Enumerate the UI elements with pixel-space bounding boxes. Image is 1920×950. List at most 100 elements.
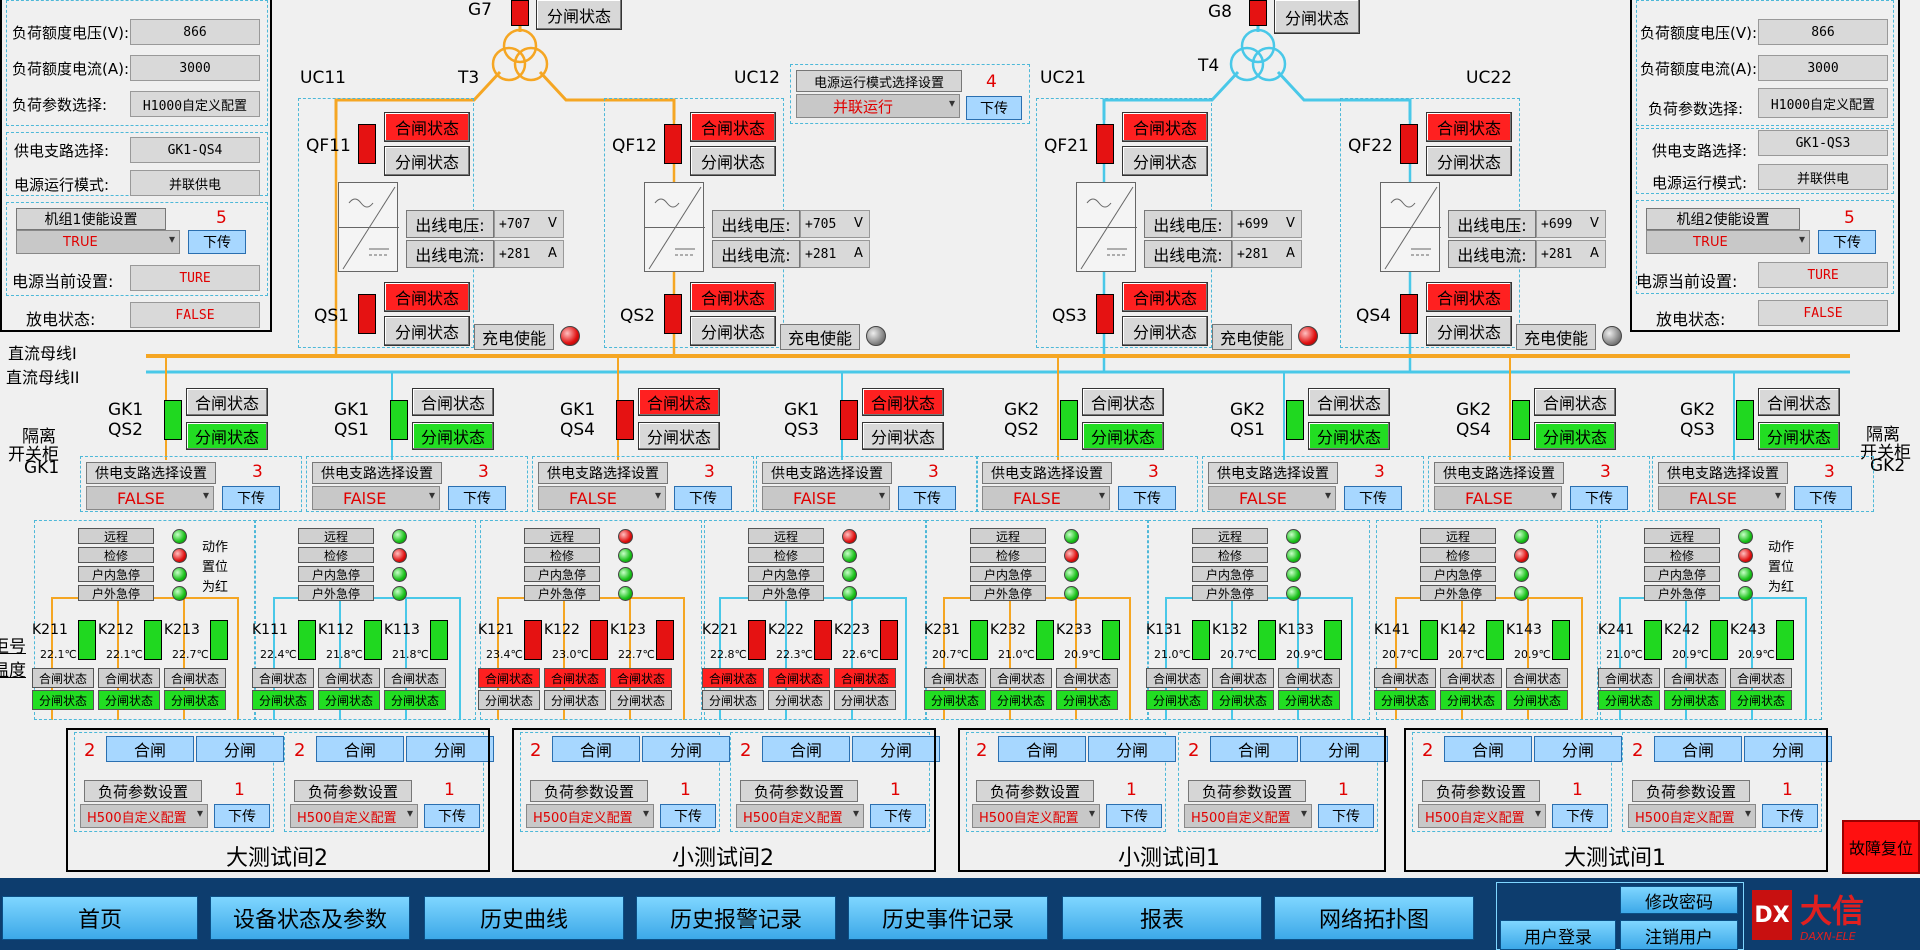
unit-qf-breaker-2[interactable] xyxy=(1096,124,1114,164)
k-switch-K222[interactable] xyxy=(814,620,832,660)
k-switch-K142[interactable] xyxy=(1486,620,1504,660)
k-switch-K123[interactable] xyxy=(656,620,674,660)
branch-select-6[interactable]: FALSE ▾ xyxy=(1434,486,1562,510)
k-switch-K211[interactable] xyxy=(78,620,96,660)
unit-vout-unit-1: V xyxy=(854,216,863,231)
gk-switch-2[interactable] xyxy=(616,400,634,440)
gk-close-2: 合闸状态 xyxy=(638,388,720,416)
chevron-down-icon: ▾ xyxy=(878,488,885,502)
unit-qs-label-0: QS1 xyxy=(314,306,349,326)
unit-qf-breaker-3[interactable] xyxy=(1400,124,1418,164)
k-switch-K221[interactable] xyxy=(748,620,766,660)
branch-download-button-2[interactable]: 下传 xyxy=(674,486,732,510)
unit-qs-breaker-1[interactable] xyxy=(664,294,682,334)
k-switch-K131[interactable] xyxy=(1192,620,1210,660)
nav-topology[interactable]: 网络拓扑图 xyxy=(1274,896,1474,940)
branch-select-0[interactable]: FALSE ▾ xyxy=(86,486,214,510)
unit-qs-close-1: 合闸状态 xyxy=(690,282,776,312)
branch-select-1[interactable]: FAlSE ▾ xyxy=(312,486,440,510)
gk-switch-6[interactable] xyxy=(1512,400,1530,440)
run-mode-download-button[interactable]: 下传 xyxy=(966,96,1022,120)
nav-history-curve[interactable]: 历史曲线 xyxy=(424,896,624,940)
status-led-icon xyxy=(842,586,857,601)
unit-qf-breaker-0[interactable] xyxy=(358,124,376,164)
status-led-icon xyxy=(1514,586,1529,601)
k-switch-K223[interactable] xyxy=(880,620,898,660)
k-close-K111: 合闸状态 xyxy=(252,668,314,688)
unit-qf-breaker-1[interactable] xyxy=(664,124,682,164)
fault-reset-button[interactable]: 故障复位 xyxy=(1842,820,1920,874)
k-open-K143: 分闸状态 xyxy=(1506,690,1568,710)
k-label-K112: K112 xyxy=(318,622,354,638)
k-close-K242: 合闸状态 xyxy=(1664,668,1726,688)
k-switch-K111[interactable] xyxy=(298,620,316,660)
k-switch-K132[interactable] xyxy=(1258,620,1276,660)
branch-select-5[interactable]: FALSE ▾ xyxy=(1208,486,1336,510)
unit-vout-label-3: 出线电压: xyxy=(1448,210,1536,238)
logout-button[interactable]: 注销用户 xyxy=(1620,920,1738,950)
k-switch-K113[interactable] xyxy=(430,620,448,660)
unit-qs-breaker-0[interactable] xyxy=(358,294,376,334)
gk-switch-0[interactable] xyxy=(164,400,182,440)
k-switch-K122[interactable] xyxy=(590,620,608,660)
branch-select-7[interactable]: FALSE ▾ xyxy=(1658,486,1786,510)
gk-switch-3[interactable] xyxy=(840,400,858,440)
change-password-button[interactable]: 修改密码 xyxy=(1620,886,1738,914)
k-switch-K242[interactable] xyxy=(1710,620,1728,660)
k-switch-K243[interactable] xyxy=(1776,620,1794,660)
k-switch-K121[interactable] xyxy=(524,620,542,660)
k-temp-K132: 20.7℃ xyxy=(1220,648,1257,661)
branch-download-button-1[interactable]: 下传 xyxy=(448,486,506,510)
branch-download-button-6[interactable]: 下传 xyxy=(1570,486,1628,510)
gk-switch-1[interactable] xyxy=(390,400,408,440)
unit-qs-open-1: 分闸状态 xyxy=(690,316,776,346)
branch-num-4: 3 xyxy=(1148,462,1159,482)
k-switch-K143[interactable] xyxy=(1552,620,1570,660)
g7-breaker[interactable] xyxy=(511,0,529,26)
branch-download-button-4[interactable]: 下传 xyxy=(1118,486,1176,510)
k-switch-K112[interactable] xyxy=(364,620,382,660)
k-switch-K231[interactable] xyxy=(970,620,988,660)
gk-switch-5[interactable] xyxy=(1286,400,1304,440)
ctrl-in_stop-1: 户内急停 xyxy=(298,566,374,582)
nav-home[interactable]: 首页 xyxy=(2,896,198,940)
k-switch-K141[interactable] xyxy=(1420,620,1438,660)
unit-iout-label-2: 出线电流: xyxy=(1144,240,1232,268)
ctrl-remote-4: 远程 xyxy=(970,528,1046,544)
k-switch-K213[interactable] xyxy=(210,620,228,660)
k-label-K111: K111 xyxy=(252,622,288,638)
unit-qs-breaker-2[interactable] xyxy=(1096,294,1114,334)
branch-download-button-5[interactable]: 下传 xyxy=(1344,486,1402,510)
unit-qs-breaker-3[interactable] xyxy=(1400,294,1418,334)
k-switch-K241[interactable] xyxy=(1644,620,1662,660)
unit-iout-unit-2: A xyxy=(1286,246,1295,261)
k-close-K131: 合闸状态 xyxy=(1146,668,1208,688)
gk-switch-4[interactable] xyxy=(1060,400,1078,440)
k-temp-K222: 22.3℃ xyxy=(776,648,813,661)
k-switch-K232[interactable] xyxy=(1036,620,1054,660)
branch-download-button-3[interactable]: 下传 xyxy=(898,486,956,510)
g8-breaker[interactable] xyxy=(1249,0,1267,26)
gk-switch-7[interactable] xyxy=(1736,400,1754,440)
branch-download-button-0[interactable]: 下传 xyxy=(222,486,280,510)
nav-device-status[interactable]: 设备状态及参数 xyxy=(210,896,410,940)
branch-select-2[interactable]: FALSE ▾ xyxy=(538,486,666,510)
branch-select-3[interactable]: FAlSE ▾ xyxy=(762,486,890,510)
unit-vout-unit-2: V xyxy=(1286,216,1295,231)
branch-select-4[interactable]: FALSE ▾ xyxy=(982,486,1110,510)
nav-alarm-records[interactable]: 历史报警记录 xyxy=(636,896,836,940)
nav-event-records[interactable]: 历史事件记录 xyxy=(848,896,1048,940)
k-switch-K233[interactable] xyxy=(1102,620,1120,660)
gk-open-7: 分闸状态 xyxy=(1758,422,1840,450)
login-button[interactable]: 用户登录 xyxy=(1500,920,1616,950)
status-led-icon xyxy=(1738,548,1753,563)
nav-report[interactable]: 报表 xyxy=(1062,896,1262,940)
k-switch-K212[interactable] xyxy=(144,620,162,660)
branch-download-button-7[interactable]: 下传 xyxy=(1794,486,1852,510)
k-temp-K232: 21.0℃ xyxy=(998,648,1035,661)
run-mode-select[interactable]: 并联运行 ▾ xyxy=(796,94,960,118)
k-label-K243: K243 xyxy=(1730,622,1766,638)
k-temp-K142: 20.7℃ xyxy=(1448,648,1485,661)
k-switch-K133[interactable] xyxy=(1324,620,1342,660)
k-close-K133: 合闸状态 xyxy=(1278,668,1340,688)
